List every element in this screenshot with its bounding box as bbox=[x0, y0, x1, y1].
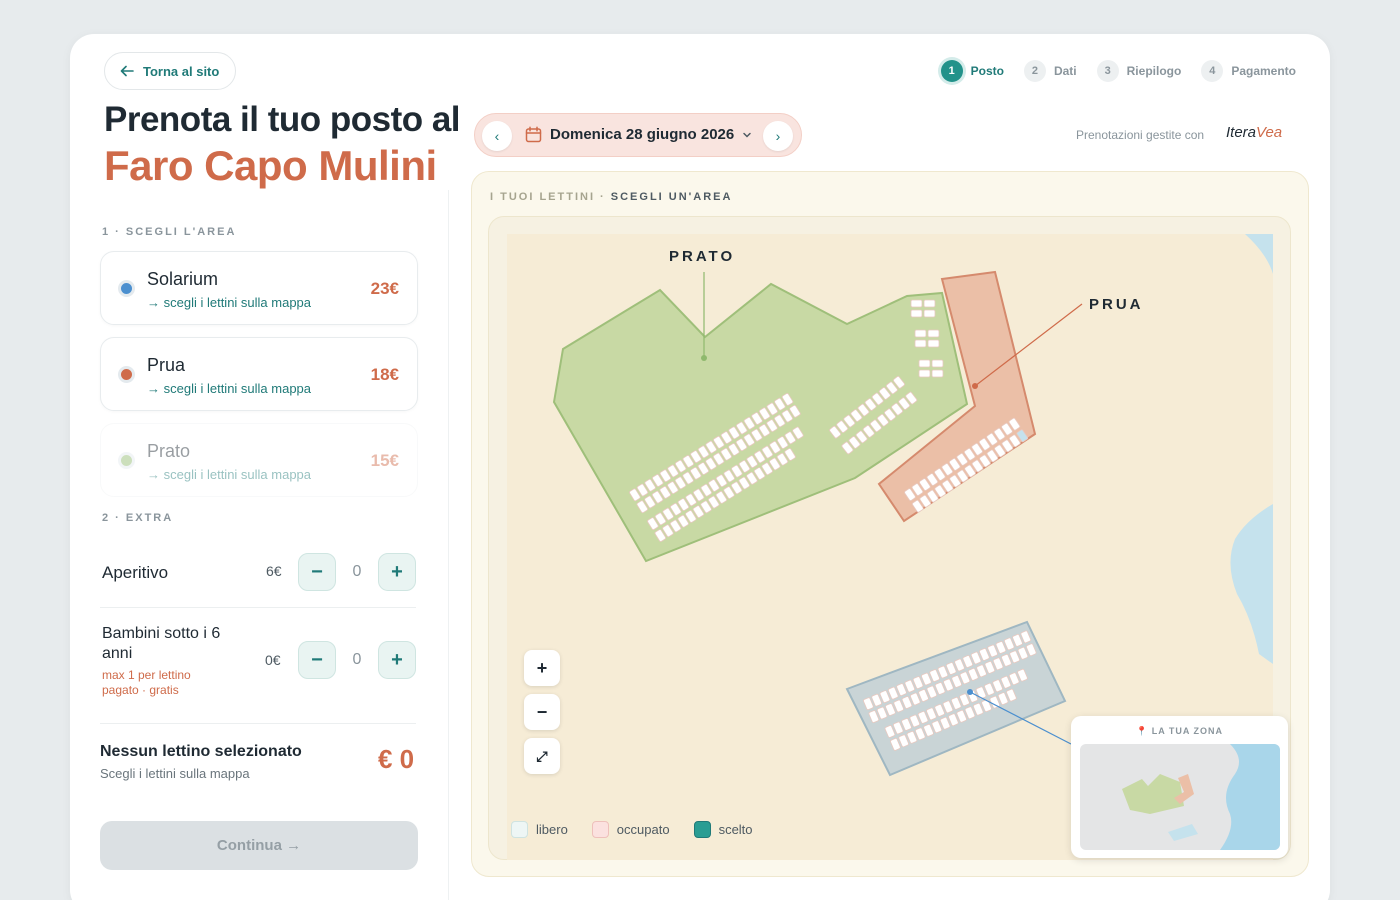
arrow-left-icon bbox=[120, 65, 134, 77]
increment-button[interactable]: + bbox=[378, 641, 416, 679]
back-to-site-label: Torna al sito bbox=[143, 63, 220, 79]
increment-button[interactable]: + bbox=[378, 553, 416, 591]
step-number: 2 bbox=[1023, 60, 1046, 82]
area-price: 18€ bbox=[370, 365, 399, 384]
area-price: 23€ bbox=[370, 279, 399, 298]
extra-price: 6€ bbox=[266, 563, 282, 579]
area-map-link[interactable]: → scegli i lettini sulla mappa bbox=[147, 295, 311, 310]
logo-part-b: Vea bbox=[1256, 124, 1283, 141]
progress-steps: 1 Posto 2 Dati 3 Riepilogo 4 Pagamento bbox=[940, 60, 1296, 82]
legend-swatch bbox=[693, 821, 711, 838]
date-label: Domenica 28 giugno 2026 bbox=[550, 126, 735, 143]
extra-row-aperitivo: Aperitivo 6€ − 0 + bbox=[102, 552, 416, 592]
area-color-dot bbox=[118, 280, 135, 297]
section-label-area: 1 · SCEGLI L'AREA bbox=[102, 226, 237, 238]
area-map-link[interactable]: → scegli i lettini sulla mappa bbox=[147, 381, 311, 396]
extra-row-bambini: Bambini sotto i 6 anni max 1 per lettino… bbox=[102, 624, 416, 704]
sea-shape bbox=[1230, 504, 1273, 664]
minimap-solarium bbox=[1168, 824, 1198, 841]
area-name: Prato bbox=[147, 441, 191, 461]
prato-map-label: PRATO bbox=[669, 248, 735, 265]
area-card-prua[interactable]: Prua → scegli i lettini sulla mappa 18€ bbox=[100, 337, 418, 411]
column-divider bbox=[448, 190, 449, 900]
step-pagamento[interactable]: 4 Pagamento bbox=[1201, 60, 1296, 82]
area-card-prato[interactable]: Prato → scegli i lettini sulla mappa 15€ bbox=[100, 423, 418, 497]
step-number: 3 bbox=[1096, 60, 1119, 82]
back-to-site-button[interactable]: Torna al sito bbox=[104, 52, 236, 90]
divider bbox=[100, 607, 416, 608]
prua-pin bbox=[972, 383, 978, 389]
step-number: 1 bbox=[940, 60, 963, 82]
minimap-label: 📍 LA TUA ZONA bbox=[1135, 726, 1224, 736]
sea-shape bbox=[1245, 234, 1273, 274]
step-riepilogo[interactable]: 3 Riepilogo bbox=[1096, 60, 1182, 82]
extra-name-line1: Bambini sotto i 6 bbox=[102, 625, 221, 642]
logo-part-a: Itera bbox=[1226, 124, 1257, 141]
area-name: Solarium bbox=[147, 269, 219, 289]
managed-by-text: Prenotazioni gestite con bbox=[1076, 128, 1205, 142]
next-date-button[interactable]: › bbox=[763, 121, 793, 151]
decrement-button[interactable]: − bbox=[298, 553, 336, 591]
quantity-value: 0 bbox=[352, 563, 362, 580]
page-title: Prenota il tuo posto al bbox=[104, 100, 461, 139]
section-label-extra: 2 · EXTRA bbox=[102, 512, 174, 524]
extra-name-line2: anni bbox=[102, 645, 133, 662]
minimap-view bbox=[1080, 744, 1280, 850]
area-color-dot bbox=[118, 452, 135, 469]
decrement-button[interactable]: − bbox=[298, 641, 336, 679]
legend-label: libero bbox=[536, 822, 568, 837]
prua-map-label: PRUA bbox=[1089, 296, 1144, 313]
legend-swatch bbox=[591, 821, 609, 838]
area-color-dot bbox=[118, 366, 135, 383]
calendar-icon bbox=[525, 126, 542, 143]
legend-swatch bbox=[511, 821, 528, 838]
extra-price: 0€ bbox=[265, 652, 281, 668]
minimap[interactable]: 📍 LA TUA ZONA bbox=[1071, 716, 1288, 858]
extra-note-line1: max 1 per lettino bbox=[102, 668, 191, 682]
map-heading-prefix: I TUOI LETTINI · bbox=[490, 191, 611, 203]
divider bbox=[100, 723, 416, 724]
continue-button[interactable]: Continua → bbox=[100, 821, 418, 870]
selection-summary-subtitle: Scegli i lettini sulla mappa bbox=[100, 766, 250, 781]
minimap-svg bbox=[1122, 744, 1280, 850]
map-heading-strong: SCEGLI UN'AREA bbox=[610, 191, 733, 203]
date-selector[interactable]: Domenica 28 giugno 2026 bbox=[525, 126, 752, 143]
area-card-solarium[interactable]: Solarium → scegli i lettini sulla mappa … bbox=[100, 251, 418, 325]
extra-name: Aperitivo bbox=[102, 563, 169, 582]
area-map-link[interactable]: → scegli i lettini sulla mappa bbox=[147, 467, 311, 482]
map-legend: libero occupato scelto bbox=[511, 821, 753, 838]
step-label: Dati bbox=[1053, 64, 1077, 78]
fullscreen-button[interactable]: ⤢ bbox=[524, 738, 560, 774]
legend-item-scelto: scelto bbox=[693, 821, 753, 838]
solarium-pin bbox=[967, 689, 973, 695]
step-label: Riepilogo bbox=[1126, 64, 1182, 78]
step-dati[interactable]: 2 Dati bbox=[1023, 60, 1077, 82]
legend-label: occupato bbox=[616, 822, 670, 837]
prev-date-button[interactable]: ‹ bbox=[482, 121, 512, 151]
step-label: Pagamento bbox=[1231, 64, 1296, 78]
quantity-value: 0 bbox=[352, 651, 362, 668]
total-price: € 0 bbox=[378, 744, 415, 774]
chevron-down-icon bbox=[743, 132, 751, 138]
legend-label: scelto bbox=[718, 822, 753, 837]
step-number: 4 bbox=[1201, 60, 1224, 82]
area-name: Prua bbox=[147, 355, 186, 375]
step-posto[interactable]: 1 Posto bbox=[940, 60, 1004, 82]
step-label: Posto bbox=[970, 64, 1004, 78]
venue-name: Faro Capo Mulini bbox=[104, 142, 437, 189]
legend-item-occupato: occupato bbox=[591, 821, 670, 838]
minimap-sea bbox=[1220, 744, 1280, 850]
zoom-in-button[interactable]: + bbox=[524, 650, 560, 686]
extra-note-line2: pagato · gratis bbox=[102, 683, 179, 697]
zoom-out-button[interactable]: − bbox=[524, 694, 560, 730]
minimap-prato bbox=[1122, 774, 1184, 814]
iteravea-logo: IteraVea bbox=[1226, 124, 1282, 141]
map-heading: I TUOI LETTINI · SCEGLI UN'AREA bbox=[490, 191, 732, 203]
area-price: 15€ bbox=[370, 451, 399, 470]
legend-item-libero: libero bbox=[511, 821, 568, 838]
prato-pin bbox=[701, 355, 707, 361]
date-picker: ‹ Domenica 28 giugno 2026 › bbox=[474, 113, 802, 157]
selection-summary-title: Nessun lettino selezionato bbox=[100, 743, 302, 760]
